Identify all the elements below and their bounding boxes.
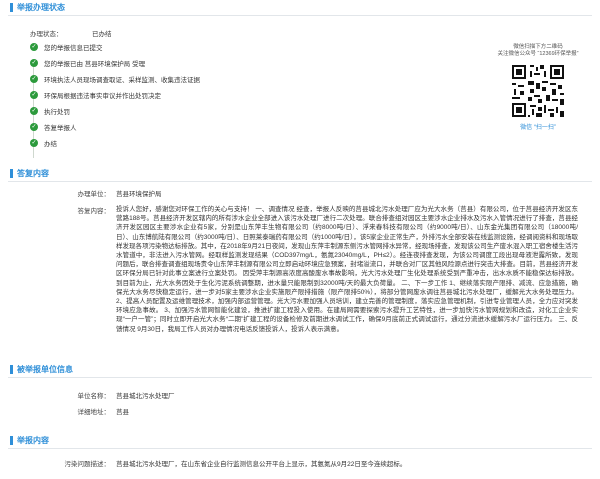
reply-unit-value: 莒县环境保护局 bbox=[116, 191, 162, 198]
qr-caption: 微信 “扫一扫” bbox=[520, 125, 556, 131]
reply-content-text: 投诉人您好，感谢您对环保工作的关心与支持！ 一、调查情况 经查，举报人反映的莒县… bbox=[116, 206, 578, 333]
reply-content-row: 答复内容： bbox=[58, 205, 116, 215]
status-state-value: 已办结 bbox=[92, 31, 112, 38]
report-problem-value: 莒县城北污水处理厂，在山东省企业自行监测信息公开平台上显示，其氨氮从9月22日至… bbox=[116, 461, 407, 468]
basic-section-header: 被举报单位信息 bbox=[8, 362, 592, 378]
status-state-row: 办理状态： 已办结 bbox=[30, 27, 112, 39]
section-marker bbox=[10, 436, 13, 445]
status-step-label: 办结 bbox=[44, 141, 57, 148]
reply-section-title: 答复内容 bbox=[17, 169, 49, 178]
status-panel: 办理状态： 已办结 ✓ 您的举报信息已提交 ✓ 您的举报已由 莒县环境保护局 受… bbox=[0, 16, 600, 166]
check-icon: ✓ bbox=[30, 43, 38, 51]
check-icon: ✓ bbox=[30, 75, 38, 83]
basic-name-label: 单位名称： bbox=[77, 393, 111, 400]
basic-name-value: 莒县城北污水处理厂 bbox=[116, 393, 175, 400]
basic-addr-value: 莒县 bbox=[116, 409, 129, 416]
check-icon: ✓ bbox=[30, 107, 38, 115]
reply-section-header: 答复内容 bbox=[8, 166, 592, 182]
status-section-header: 举报办理状态 bbox=[8, 0, 592, 16]
check-icon: ✓ bbox=[30, 139, 38, 147]
wechat-qr-panel: 微信扫描下方二维码 关注微信公众号 “12369环保举报” 微信 “扫一扫” bbox=[495, 44, 581, 162]
report-problem-row: 污染问题描述： 莒县城北污水处理厂，在山东省企业自行监测信息公开平台上显示，其氨… bbox=[40, 458, 407, 468]
reply-unit-label: 办理单位： bbox=[77, 191, 111, 198]
status-step: ✓ 办结 bbox=[30, 137, 57, 149]
basic-addr-row: 详细地址： 莒县 bbox=[58, 406, 130, 416]
status-step: ✓ 环保局根据违法事实审议并作出处罚决定 bbox=[30, 89, 161, 101]
section-marker bbox=[10, 3, 13, 12]
basic-name-row: 单位名称： 莒县城北污水处理厂 bbox=[58, 390, 175, 400]
status-step: ✓ 您的举报信息已提交 bbox=[30, 41, 103, 53]
status-step: ✓ 执行处罚 bbox=[30, 105, 70, 117]
check-icon: ✓ bbox=[30, 91, 38, 99]
basic-section-title: 被举报单位信息 bbox=[17, 365, 73, 374]
qr-hint-line2: 关注微信公众号 “12369环保举报” bbox=[497, 51, 579, 57]
status-section-title: 举报办理状态 bbox=[17, 3, 65, 12]
status-step-label: 答复举报人 bbox=[44, 125, 77, 132]
report-problem-label: 污染问题描述： bbox=[64, 461, 111, 468]
check-icon: ✓ bbox=[30, 123, 38, 131]
report-section-header: 举报内容 bbox=[8, 433, 592, 449]
status-step: ✓ 您的举报已由 莒县环境保护局 受理 bbox=[30, 57, 145, 69]
section-marker bbox=[10, 169, 13, 178]
status-step-label: 环境执法人员现场调查取证、采样监测、收集违法证据 bbox=[44, 77, 200, 84]
reply-content-label: 答复内容： bbox=[77, 208, 111, 215]
report-section-title: 举报内容 bbox=[17, 436, 49, 445]
qr-hint-line1: 微信扫描下方二维码 bbox=[513, 44, 563, 50]
status-step-label: 环保局根据违法事实审议并作出处罚决定 bbox=[44, 93, 161, 100]
basic-addr-label: 详细地址： bbox=[77, 409, 111, 416]
status-step-label: 您的举报已由 莒县环境保护局 受理 bbox=[44, 61, 146, 68]
section-marker bbox=[10, 365, 13, 374]
status-state-label: 办理状态： bbox=[30, 31, 63, 38]
status-step: ✓ 答复举报人 bbox=[30, 121, 77, 133]
check-icon: ✓ bbox=[30, 59, 38, 67]
reply-unit-row: 办理单位： 莒县环境保护局 bbox=[58, 188, 162, 198]
status-step-label: 您的举报信息已提交 bbox=[44, 45, 103, 52]
reply-panel: 办理单位： 莒县环境保护局 答复内容： 投诉人您好，感谢您对环保工作的关心与支持… bbox=[0, 182, 600, 362]
basic-panel: 单位名称： 莒县城北污水处理厂 详细地址： 莒县 bbox=[0, 378, 600, 433]
report-panel: 污染问题描述： 莒县城北污水处理厂，在山东省企业自行监测信息公开平台上显示，其氨… bbox=[0, 449, 600, 479]
status-step: ✓ 环境执法人员现场调查取证、采样监测、收集违法证据 bbox=[30, 73, 200, 85]
qr-code-icon bbox=[510, 63, 566, 119]
status-step-label: 执行处罚 bbox=[44, 109, 70, 116]
